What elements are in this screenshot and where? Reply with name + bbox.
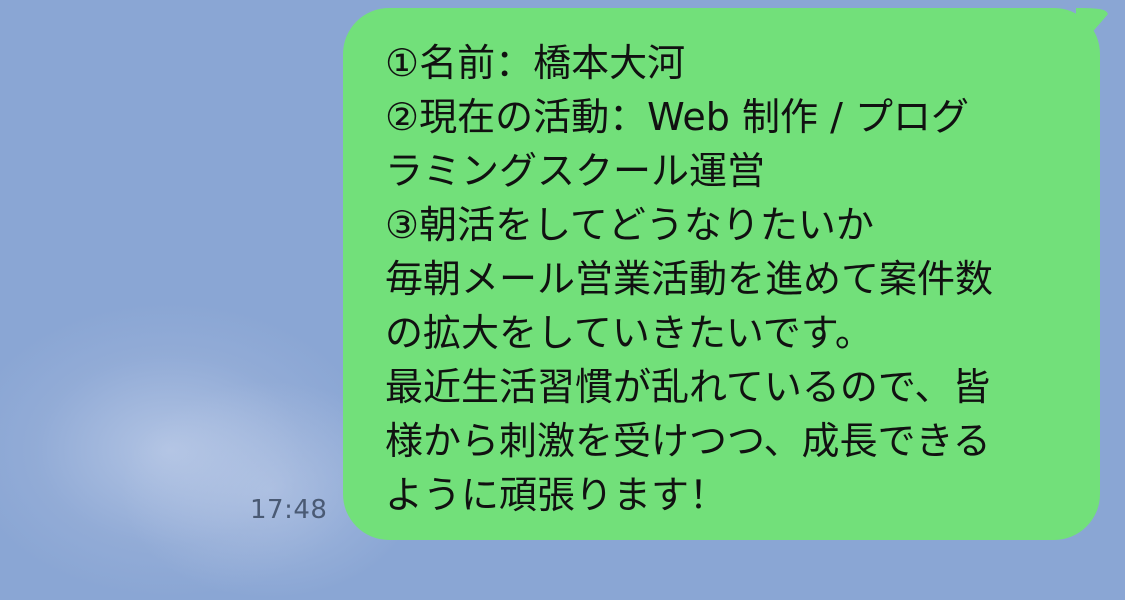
message-bubble[interactable]: ①名前：橋本大河 ②現在の活動：Web 制作 / プログ ラミングスクール運営 … (343, 8, 1100, 540)
message-timestamp: 17:48 (250, 495, 328, 525)
message-line: ③朝活をしてどうなりたいか (385, 203, 874, 247)
message-line: ①名前：橋本大河 (385, 41, 686, 85)
message-line: 毎朝メール営業活動を進めて案件数 (385, 257, 994, 301)
message-line: の拡大をしていきたいです。 (385, 311, 873, 355)
message-line: ②現在の活動：Web 制作 / プログ (385, 95, 969, 139)
message-line: ように頑張ります！ (385, 473, 728, 517)
message-line: 様から刺激を受けつつ、成長できる (385, 419, 991, 463)
message-line: ラミングスクール運営 (385, 149, 766, 193)
message-line: 最近生活習慣が乱れているので、皆 (385, 365, 991, 409)
